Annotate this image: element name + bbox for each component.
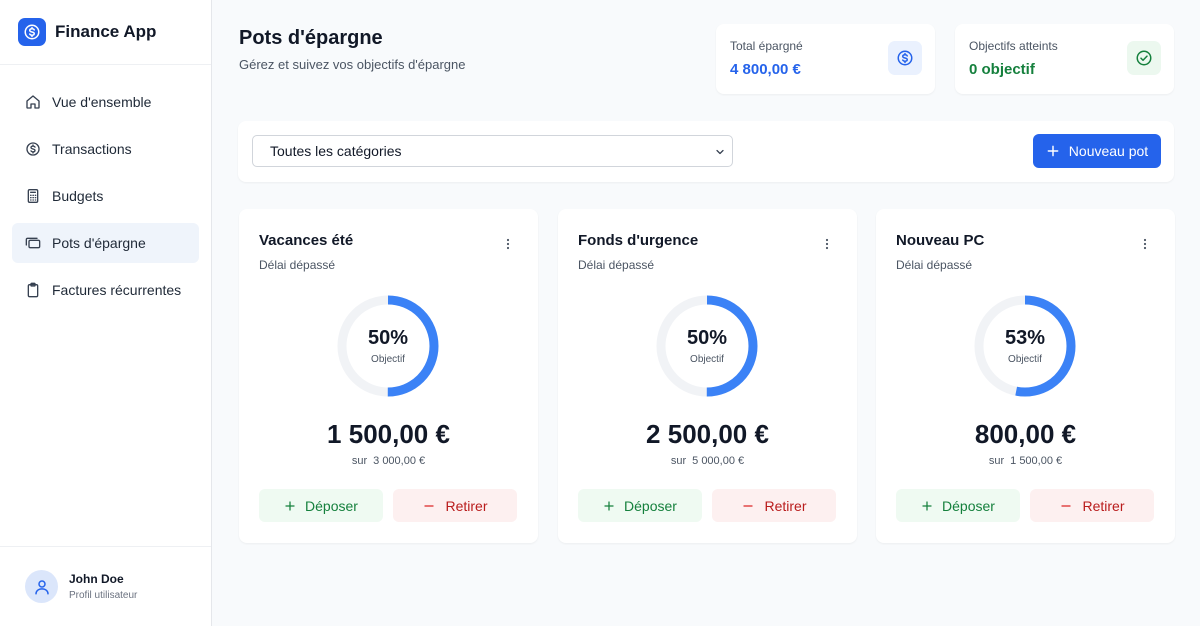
pot-amount: 800,00 € (974, 419, 1077, 449)
withdraw-label: Retirer (1082, 497, 1125, 514)
pot-amount: 2 500,00 € (646, 419, 769, 449)
calculator-icon (25, 188, 41, 204)
pot-card: Nouveau PC Délai dépassé 53% Objectif 80… (876, 209, 1175, 543)
progress-donut: 53% Objectif (973, 294, 1077, 398)
sidebar-nav: Vue d'ensemble Transactions Budgets Pots… (0, 65, 211, 310)
clipboard-icon (25, 282, 41, 298)
more-vertical-icon[interactable] (500, 236, 516, 252)
category-select[interactable]: Toutes les catégories (252, 135, 733, 167)
page-subtitle: Gérez et suivez vos objectifs d'épargne (239, 57, 466, 72)
plus-icon (1046, 144, 1060, 158)
withdraw-label: Retirer (764, 497, 807, 514)
withdraw-label: Retirer (445, 497, 488, 514)
progress-label: Objectif (690, 354, 724, 365)
stat-value: 4 800,00 € (730, 61, 801, 78)
stat-card-total-saved: Total épargné 4 800,00 € (716, 24, 935, 94)
target-value: 1 500,00 € (1010, 455, 1063, 467)
progress-percent: 53% (1004, 327, 1046, 349)
pot-card: Vacances été Délai dépassé 50% Objectif … (239, 209, 538, 543)
sidebar-item-savings-pots[interactable]: Pots d'épargne (12, 223, 199, 263)
more-vertical-icon[interactable] (819, 236, 835, 252)
pot-target: sur 3 000,00 € (239, 455, 538, 467)
sidebar-item-label: Pots d'épargne (52, 235, 146, 251)
home-icon (25, 94, 41, 110)
stat-label: Objectifs atteints (969, 39, 1058, 53)
progress-label: Objectif (371, 354, 405, 365)
sidebar-item-transactions[interactable]: Transactions (12, 129, 199, 169)
progress-percent: 50% (367, 327, 409, 349)
user-name: John Doe (69, 572, 124, 586)
dollar-circle-icon (888, 41, 922, 75)
minus-icon (422, 500, 436, 512)
app-title: Finance App (55, 22, 157, 41)
pot-status: Délai dépassé (578, 258, 655, 272)
pot-name: Fonds d'urgence (578, 232, 699, 249)
deposit-button[interactable]: Déposer (259, 489, 383, 522)
plus-icon (284, 500, 296, 512)
deposit-label: Déposer (305, 497, 358, 514)
deposit-button[interactable]: Déposer (578, 489, 702, 522)
pot-name: Vacances été (259, 232, 354, 249)
pot-card: Fonds d'urgence Délai dépassé 50% Object… (558, 209, 857, 543)
plus-icon (603, 500, 615, 512)
sidebar: Finance App Vue d'ensemble Transactions … (0, 0, 212, 626)
pot-status: Délai dépassé (259, 258, 336, 272)
progress-percent: 50% (686, 327, 728, 349)
new-pot-button-label: Nouveau pot (1068, 143, 1149, 159)
category-select-value: Toutes les catégories (270, 143, 402, 159)
user-profile[interactable]: John Doe Profil utilisateur (0, 546, 211, 626)
wallet-icon (25, 235, 41, 251)
pot-target: sur 5 000,00 € (558, 455, 857, 467)
target-prefix: sur (351, 455, 368, 467)
sidebar-item-recurring-bills[interactable]: Factures récurrentes (12, 270, 199, 310)
pot-target: sur 1 500,00 € (876, 455, 1175, 467)
withdraw-button[interactable]: Retirer (1030, 489, 1154, 522)
dollar-circle-icon (25, 141, 41, 157)
user-icon (34, 579, 49, 594)
minus-icon (741, 500, 755, 512)
target-value: 3 000,00 € (373, 455, 426, 467)
withdraw-button[interactable]: Retirer (712, 489, 836, 522)
brand[interactable]: Finance App (0, 0, 211, 65)
plus-icon (921, 500, 933, 512)
target-prefix: sur (670, 455, 687, 467)
pot-amount: 1 500,00 € (327, 419, 450, 449)
chevron-down-icon (714, 145, 726, 161)
stat-label: Total épargné (730, 39, 803, 53)
progress-donut: 50% Objectif (336, 294, 440, 398)
target-prefix: sur (988, 455, 1005, 467)
sidebar-item-overview[interactable]: Vue d'ensemble (12, 82, 199, 122)
stat-value: 0 objectif (969, 61, 1035, 78)
sidebar-item-label: Vue d'ensemble (52, 94, 152, 110)
deposit-label: Déposer (624, 497, 677, 514)
sidebar-item-label: Factures récurrentes (52, 282, 182, 298)
deposit-button[interactable]: Déposer (896, 489, 1020, 522)
user-role: Profil utilisateur (69, 590, 138, 601)
pot-name: Nouveau PC (896, 232, 985, 249)
page-title: Pots d'épargne (239, 27, 383, 49)
sidebar-item-label: Budgets (52, 188, 104, 204)
deposit-label: Déposer (942, 497, 995, 514)
check-circle-icon (1127, 41, 1161, 75)
filter-bar: Toutes les catégories Nouveau pot (238, 121, 1174, 182)
withdraw-button[interactable]: Retirer (393, 489, 517, 522)
sidebar-item-label: Transactions (52, 141, 132, 157)
dollar-icon (18, 18, 46, 46)
sidebar-item-budgets[interactable]: Budgets (12, 176, 199, 216)
pot-status: Délai dépassé (896, 258, 973, 272)
stat-card-goals-reached: Objectifs atteints 0 objectif (955, 24, 1174, 94)
minus-icon (1059, 500, 1073, 512)
progress-label: Objectif (1008, 354, 1042, 365)
progress-donut: 50% Objectif (655, 294, 759, 398)
target-value: 5 000,00 € (692, 455, 745, 467)
more-vertical-icon[interactable] (1137, 236, 1153, 252)
new-pot-button[interactable]: Nouveau pot (1033, 134, 1161, 168)
avatar (25, 570, 58, 603)
